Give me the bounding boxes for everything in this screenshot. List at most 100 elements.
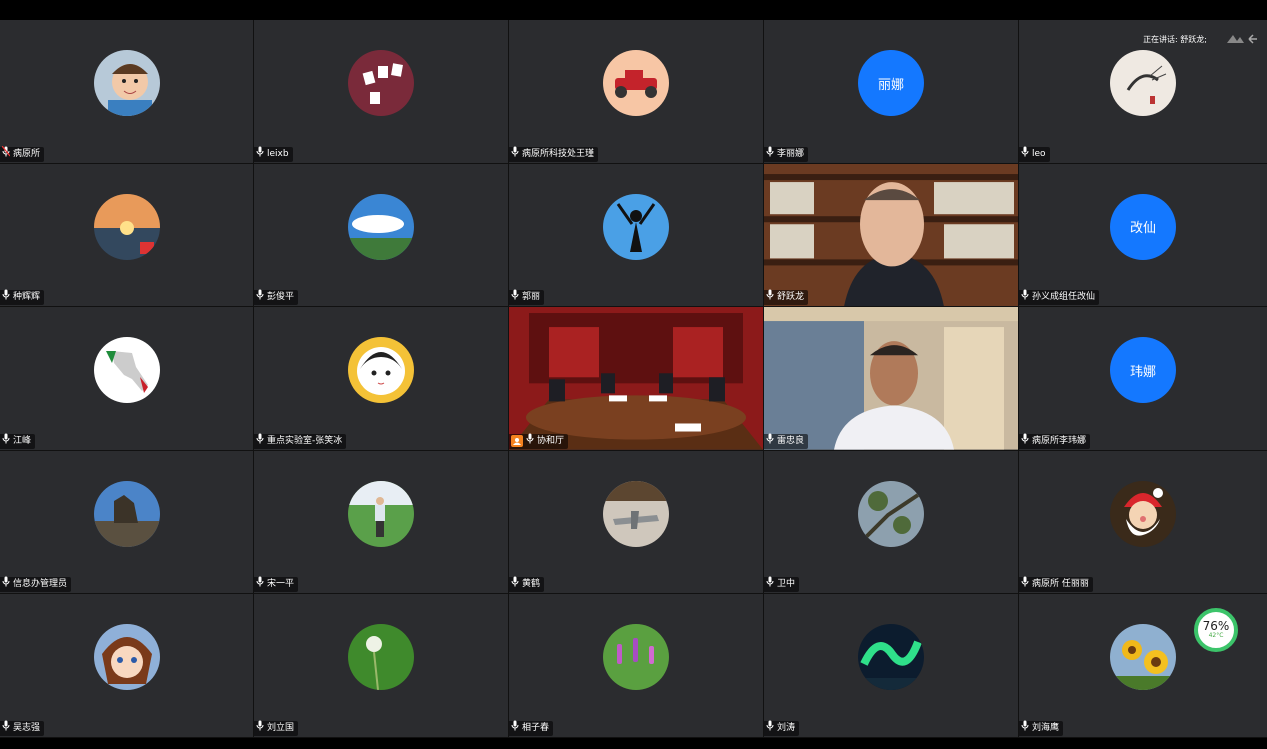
back-arrow-icon[interactable]	[1247, 33, 1259, 45]
microphone-icon	[256, 289, 264, 306]
participant-tile[interactable]: 协和厅	[509, 307, 763, 450]
participant-name-bar: 李丽娜	[764, 146, 809, 163]
avatar-initials: 改仙	[1110, 193, 1176, 260]
participant-tile[interactable]: 正在讲话: 舒跃龙; leo	[1019, 20, 1267, 163]
microphone-icon	[256, 433, 264, 450]
participant-tile[interactable]: 舒跃龙	[764, 163, 1018, 307]
participant-name-bar: 刘涛	[764, 720, 800, 737]
participant-tile[interactable]: 信息办管理员	[0, 450, 253, 594]
participant-name: 舒跃龙	[777, 292, 805, 303]
participant-tile[interactable]: 雷忠良	[764, 307, 1018, 450]
avatar	[93, 337, 160, 404]
participant-name: 宋一平	[267, 579, 295, 590]
participant-name: 病原所科技处王瑾	[522, 148, 595, 159]
participant-tile[interactable]: 病原所 任丽丽	[1019, 450, 1267, 594]
participant-tile[interactable]: 刘立国	[254, 594, 508, 737]
avatar	[1110, 624, 1176, 691]
participant-tile[interactable]: 玮娜病原所李玮娜	[1019, 307, 1267, 450]
participant-tile[interactable]: 重点实验室-张笑冰	[254, 307, 508, 450]
participant-name-bar: 雷忠良	[764, 433, 809, 449]
view-controls	[1225, 33, 1259, 45]
participant-tile[interactable]: 黄鹤	[509, 450, 763, 594]
participant-tile[interactable]: 卫中	[764, 450, 1018, 594]
participant-name: 刘海鹰	[1032, 722, 1060, 733]
participant-name-bar: 舒跃龙	[764, 289, 809, 306]
avatar	[858, 624, 924, 691]
participant-name-bar: 病原所 任丽丽	[1019, 576, 1093, 593]
participant-tile[interactable]: 病原所科技处王瑾	[509, 20, 763, 163]
participant-name: 卫中	[777, 579, 796, 590]
avatar-initials: 玮娜	[1110, 337, 1176, 404]
participant-tile[interactable]: 吴志强	[0, 594, 253, 737]
participant-name-bar: 孙义成组任改仙	[1019, 289, 1100, 306]
participant-name: 信息办管理员	[13, 579, 68, 590]
participant-name: 病原所李玮娜	[1032, 435, 1087, 446]
participant-name: 刘立国	[267, 722, 295, 733]
participant-name: 彭俊平	[267, 292, 295, 303]
participant-name-bar: 江峰	[0, 433, 36, 450]
participant-tile[interactable]: 相子春	[509, 594, 763, 737]
meeting-window: 病原所 leixb 病原所科技处王瑾 丽娜 李丽娜 正在讲话: 舒跃龙; leo 种辉辉 彭俊平…	[0, 0, 1267, 749]
participant-tile[interactable]: 刘涛	[764, 594, 1018, 737]
participant-name-bar: 彭俊平	[254, 289, 299, 306]
avatar	[93, 624, 160, 691]
video-feed	[764, 307, 1018, 450]
participant-tile[interactable]: 病原所	[0, 20, 253, 163]
microphone-icon	[511, 289, 519, 306]
cpu-temperature: 42°C	[1208, 632, 1224, 639]
microphone-muted-icon	[2, 145, 10, 163]
microphone-icon	[766, 576, 774, 593]
participant-name: 雷忠良	[777, 435, 805, 446]
participant-name: 刘涛	[777, 722, 796, 733]
avatar	[603, 624, 669, 691]
layout-icon[interactable]	[1225, 33, 1245, 45]
participant-tile[interactable]: 宋一平	[254, 450, 508, 594]
microphone-icon	[766, 146, 774, 163]
microphone-icon	[2, 433, 10, 450]
participant-name: 相子春	[522, 722, 550, 733]
participant-tile[interactable]: 丽娜 李丽娜	[764, 20, 1018, 163]
participant-name-bar: 信息办管理员	[0, 576, 72, 593]
participant-name-bar: 郭丽	[509, 289, 545, 306]
host-icon	[511, 435, 523, 448]
performance-widget[interactable]: 76% 42°C	[1194, 608, 1238, 652]
participant-tile[interactable]: 彭俊平	[254, 163, 508, 307]
microphone-icon	[256, 146, 264, 163]
video-feed	[509, 307, 763, 450]
microphone-icon	[511, 576, 519, 593]
participant-name-bar: 病原所李玮娜	[1019, 433, 1091, 450]
participant-name-bar: 病原所科技处王瑾	[509, 146, 599, 162]
microphone-icon	[1021, 146, 1029, 163]
avatar	[858, 480, 924, 547]
participant-tile[interactable]: leixb	[254, 20, 508, 163]
participant-name: leixb	[267, 148, 289, 159]
participant-tile[interactable]: 种辉辉	[0, 163, 253, 307]
participant-grid: 病原所 leixb 病原所科技处王瑾 丽娜 李丽娜 正在讲话: 舒跃龙; leo 种辉辉 彭俊平…	[0, 20, 1267, 738]
participant-name: 郭丽	[522, 292, 541, 303]
participant-name: 李丽娜	[777, 148, 805, 159]
avatar	[93, 50, 160, 116]
microphone-icon	[766, 289, 774, 306]
participant-name-bar: 卫中	[764, 576, 800, 593]
participant-tile[interactable]: 郭丽	[509, 163, 763, 307]
microphone-icon	[1021, 433, 1029, 450]
avatar	[93, 480, 160, 547]
avatar	[348, 193, 414, 260]
participant-name: 江峰	[13, 435, 32, 446]
participant-name-bar: 种辉辉	[0, 289, 45, 306]
microphone-icon	[766, 720, 774, 737]
avatar	[1110, 480, 1176, 547]
microphone-icon	[1021, 289, 1029, 306]
participant-name-bar: 刘海鹰	[1019, 720, 1064, 737]
participant-tile[interactable]: 改仙孙义成组任改仙	[1019, 163, 1267, 307]
participant-name: 吴志强	[13, 722, 41, 733]
participant-name-bar: 吴志强	[0, 720, 45, 736]
avatar	[93, 193, 160, 260]
participant-name: 病原所	[13, 148, 41, 159]
microphone-icon	[2, 576, 10, 593]
participant-name-bar: 相子春	[509, 720, 554, 736]
participant-name: 黄鹤	[522, 579, 541, 590]
participant-tile[interactable]: 江峰	[0, 307, 253, 450]
microphone-icon	[1021, 576, 1029, 593]
microphone-icon	[1021, 720, 1029, 737]
